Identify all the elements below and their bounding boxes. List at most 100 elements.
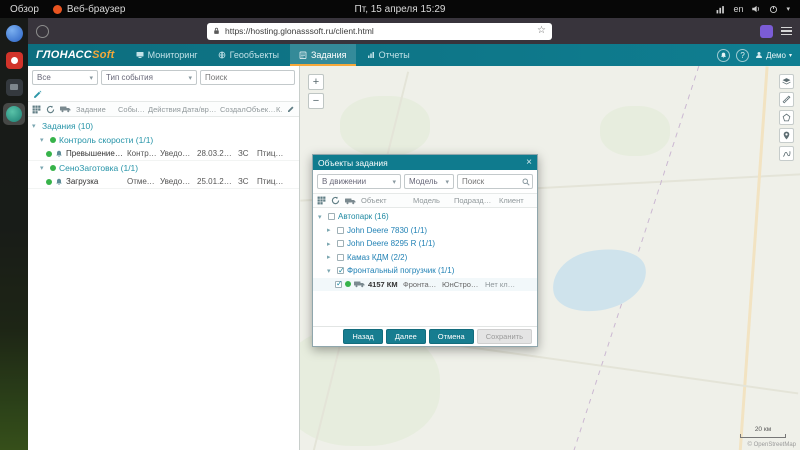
caret-down-icon[interactable]: ▾: [32, 122, 39, 130]
col-object[interactable]: Объект: [361, 196, 408, 205]
caret-right-icon[interactable]: ▸: [327, 240, 334, 248]
zoom-in-button[interactable]: +: [308, 74, 324, 90]
cancel-button[interactable]: Отмена: [428, 329, 474, 344]
refresh-icon[interactable]: [331, 196, 340, 205]
dock-item-active-app[interactable]: [3, 103, 25, 125]
layers-icon: [782, 78, 791, 85]
refresh-icon[interactable]: [46, 105, 55, 114]
task-objects-dialog: Объекты задания × В движении▾ Модель▾: [312, 154, 538, 347]
focused-app-indicator[interactable]: Веб-браузер: [52, 4, 125, 15]
bookmark-star-icon[interactable]: ☆: [537, 26, 546, 36]
dock-item-utility[interactable]: [3, 76, 25, 98]
task-row[interactable]: Превышение скорости Контроль... Уведомл.…: [28, 147, 299, 161]
objects-root-row[interactable]: ▾ Автопарк (16): [313, 210, 537, 224]
map-canvas[interactable]: + − 20 км © OpenStreetMap Объекты задани…: [300, 66, 800, 450]
extension-icon[interactable]: [760, 24, 773, 38]
vehicle-filter-icon[interactable]: [60, 105, 71, 113]
map-track-button[interactable]: [779, 146, 794, 161]
keyboard-layout-indicator[interactable]: en: [733, 4, 743, 14]
user-menu[interactable]: Демо ▾: [755, 51, 792, 60]
motion-filter-select[interactable]: В движении ▾: [317, 174, 401, 189]
tasks-search-input[interactable]: [200, 70, 295, 85]
clipboard-icon: [299, 51, 307, 59]
group-checkbox[interactable]: [337, 226, 344, 234]
task-row[interactable]: Загрузка Отметка... Уведомл... 25.01.202…: [28, 175, 299, 189]
browser-app-icon: [52, 4, 62, 14]
object-group-row[interactable]: ▸ John Deere 7830 (1/1): [313, 224, 537, 238]
nav-reports[interactable]: Отчеты: [358, 44, 419, 66]
nav-tasks[interactable]: Задания: [289, 44, 356, 66]
task-events: Контроль...: [127, 149, 157, 158]
close-icon[interactable]: ×: [526, 157, 532, 168]
system-menu-caret-icon[interactable]: ▾: [786, 5, 790, 13]
object-checkbox-checked[interactable]: [335, 279, 343, 288]
map-ruler-button[interactable]: [779, 92, 794, 107]
task-group-row[interactable]: ▾ СеноЗаготовка (1/1): [28, 161, 299, 175]
object-row[interactable]: 4157 КМ Фронтальн... ЮнСтройС... Нет кли…: [313, 277, 537, 291]
address-bar[interactable]: https://hosting.glonasssoft.ru/client.ht…: [207, 22, 552, 40]
object-group-row[interactable]: ▸ Камаз КДМ (2/2): [313, 251, 537, 265]
notifications-icon[interactable]: [717, 48, 731, 62]
group-checkbox[interactable]: [337, 240, 344, 248]
object-group-row[interactable]: ▸ John Deere 8295 R (1/1): [313, 237, 537, 251]
edit-columns-icon[interactable]: [287, 105, 295, 113]
caret-right-icon[interactable]: ▸: [327, 226, 334, 234]
next-button[interactable]: Далее: [385, 329, 426, 344]
help-icon[interactable]: ?: [736, 48, 750, 62]
site-identity-icon[interactable]: [36, 24, 49, 38]
dock-item-messenger[interactable]: [3, 22, 25, 44]
task-filter-select[interactable]: Все ▾: [32, 70, 98, 85]
user-icon: [756, 52, 763, 58]
edit-pencil-icon[interactable]: [33, 90, 42, 99]
dock-item-recorder[interactable]: [3, 49, 25, 71]
clock[interactable]: Пт, 15 апреля 15:29: [355, 0, 446, 18]
select-all-icon[interactable]: [317, 196, 326, 205]
volume-icon[interactable]: [751, 4, 761, 14]
group-checkbox[interactable]: [337, 253, 344, 261]
col-date[interactable]: Дата/время: [182, 105, 220, 114]
browser-menu-icon[interactable]: [781, 26, 792, 36]
object-group-label: Камаз КДМ (2/2): [347, 252, 408, 262]
app-header: ГЛОНАССSoft Мониторинг Геообъекты Задани…: [28, 44, 800, 66]
col-client[interactable]: Клиент: [499, 196, 533, 205]
model-filter-select[interactable]: Модель ▾: [404, 174, 454, 189]
nav-geoobjects[interactable]: Геообъекты: [209, 44, 288, 66]
app-logo[interactable]: ГЛОНАССSoft: [36, 49, 115, 61]
caret-down-icon[interactable]: ▾: [40, 136, 47, 144]
col-actions[interactable]: Действия: [148, 105, 182, 114]
group-checkbox-checked[interactable]: [337, 266, 345, 275]
active-app-icon: [6, 106, 22, 122]
col-objects[interactable]: Объекты: [246, 105, 276, 114]
nav-monitoring[interactable]: Мониторинг: [127, 44, 207, 66]
col-creator[interactable]: Создал: [220, 105, 246, 114]
object-group-row[interactable]: ▾ Фронтальный погрузчик (1/1): [313, 264, 537, 278]
event-type-select[interactable]: Тип события ▾: [101, 70, 197, 85]
messenger-icon: [5, 24, 23, 42]
select-all-icon[interactable]: [32, 105, 41, 114]
map-polygon-button[interactable]: [779, 110, 794, 125]
col-task[interactable]: Задание: [76, 105, 118, 114]
task-group-row[interactable]: ▾ Контроль скорости (1/1): [28, 133, 299, 147]
root-checkbox[interactable]: [328, 213, 335, 221]
marker-pin-icon: [783, 131, 790, 140]
dialog-footer: Назад Далее Отмена Сохранить: [313, 326, 537, 346]
activities-button[interactable]: Обзор: [10, 4, 39, 15]
col-client[interactable]: Клиент: [276, 105, 282, 114]
map-layers-button[interactable]: [779, 74, 794, 89]
tasks-root-row[interactable]: ▾ Задания (10): [28, 119, 299, 133]
caret-down-icon[interactable]: ▾: [318, 213, 325, 221]
power-icon[interactable]: [769, 5, 778, 14]
back-button[interactable]: Назад: [343, 329, 383, 344]
vehicle-filter-icon[interactable]: [345, 197, 356, 205]
map-marker-button[interactable]: [779, 128, 794, 143]
task-name: Загрузка: [66, 177, 99, 186]
col-division[interactable]: Подразделение: [454, 196, 494, 205]
caret-down-icon[interactable]: ▾: [40, 164, 47, 172]
dialog-header[interactable]: Объекты задания ×: [313, 155, 537, 170]
caret-down-icon[interactable]: ▾: [327, 267, 334, 275]
col-model[interactable]: Модель: [413, 196, 449, 205]
save-button[interactable]: Сохранить: [476, 329, 532, 344]
col-events[interactable]: События: [118, 105, 148, 114]
caret-right-icon[interactable]: ▸: [327, 253, 334, 261]
zoom-out-button[interactable]: −: [308, 93, 324, 109]
